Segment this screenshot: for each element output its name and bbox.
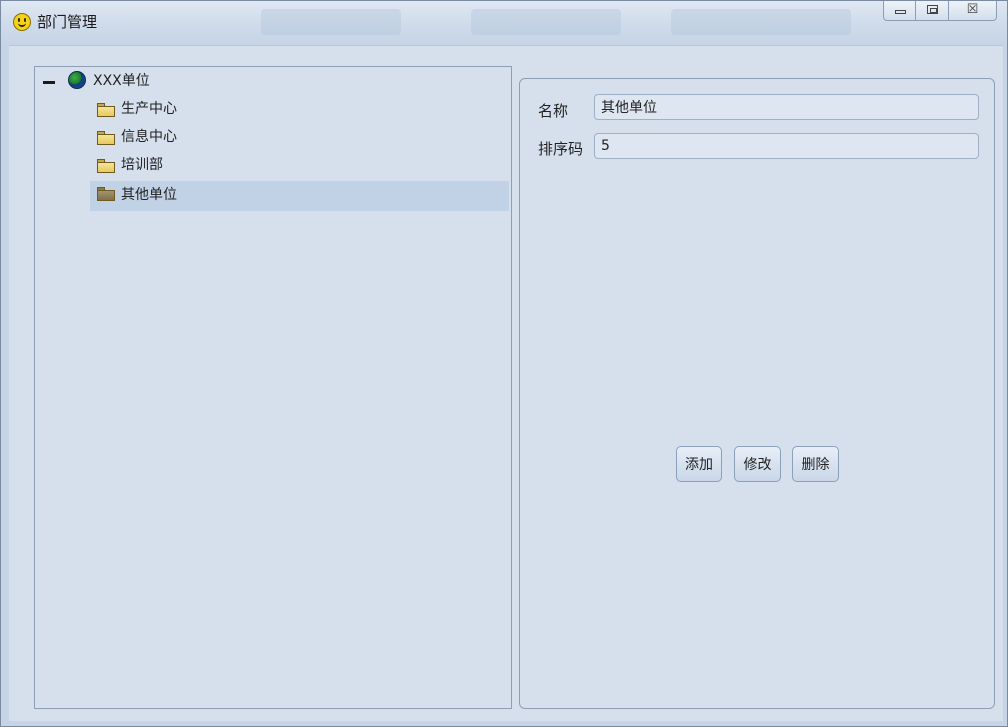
tree-node-label: 信息中心 bbox=[121, 129, 177, 145]
tree-node-label: 其他单位 bbox=[121, 187, 177, 203]
edit-button[interactable]: 修改 bbox=[734, 446, 781, 482]
sort-code-label: 排序码 bbox=[538, 140, 584, 158]
window-frame-left bbox=[1, 45, 9, 726]
department-detail-panel: 名称 排序码 添加 修改 删除 bbox=[519, 78, 995, 709]
title-bar-decoration bbox=[671, 9, 851, 35]
title-bar-decoration bbox=[261, 9, 401, 35]
tree-node-information-center[interactable]: 信息中心 bbox=[90, 125, 509, 149]
title-bar-decoration bbox=[471, 9, 621, 35]
collapse-icon[interactable] bbox=[43, 81, 55, 84]
tree-node-production-center[interactable]: 生产中心 bbox=[90, 97, 509, 121]
tree-node-label: 生产中心 bbox=[121, 101, 177, 117]
tree-node-label: XXX单位 bbox=[93, 73, 150, 89]
window-frame-right bbox=[1003, 45, 1007, 726]
name-input[interactable] bbox=[594, 94, 979, 120]
tree-node-label: 培训部 bbox=[121, 157, 163, 173]
window-content: XXX单位 生产中心 信息中心 培训部 其他单位 名称 排序码 bbox=[9, 45, 1003, 721]
close-button[interactable]: ☒ bbox=[949, 1, 997, 21]
tree-node-other-units[interactable]: 其他单位 bbox=[90, 181, 509, 211]
delete-button[interactable]: 删除 bbox=[792, 446, 839, 482]
department-management-window: 部门管理 ☒ XXX单位 生产中心 信息中心 培训部 其他单位 名称 其他单位 … bbox=[0, 0, 1008, 727]
sort-code-input[interactable] bbox=[594, 133, 979, 159]
window-title: 部门管理 bbox=[37, 13, 98, 31]
minimize-icon bbox=[895, 10, 906, 14]
folder-icon bbox=[97, 159, 115, 173]
tree-node-training-department[interactable]: 培训部 bbox=[90, 153, 509, 177]
close-icon: ☒ bbox=[966, 2, 979, 17]
smiley-app-icon bbox=[13, 13, 31, 31]
folder-icon bbox=[97, 131, 115, 145]
folder-icon bbox=[97, 187, 115, 201]
department-tree[interactable]: XXX单位 生产中心 信息中心 培训部 其他单位 bbox=[34, 66, 512, 709]
add-button[interactable]: 添加 bbox=[676, 446, 722, 482]
name-label: 名称 bbox=[538, 102, 569, 120]
globe-icon bbox=[68, 71, 86, 89]
folder-icon bbox=[97, 103, 115, 117]
title-bar[interactable]: 部门管理 ☒ bbox=[1, 1, 1007, 45]
minimize-button[interactable] bbox=[883, 1, 916, 21]
window-controls: ☒ bbox=[883, 1, 997, 23]
maximize-button[interactable] bbox=[916, 1, 949, 21]
tree-node-root[interactable]: XXX单位 bbox=[35, 69, 509, 93]
smiley-mouth-icon bbox=[18, 22, 26, 27]
maximize-icon bbox=[927, 5, 938, 14]
